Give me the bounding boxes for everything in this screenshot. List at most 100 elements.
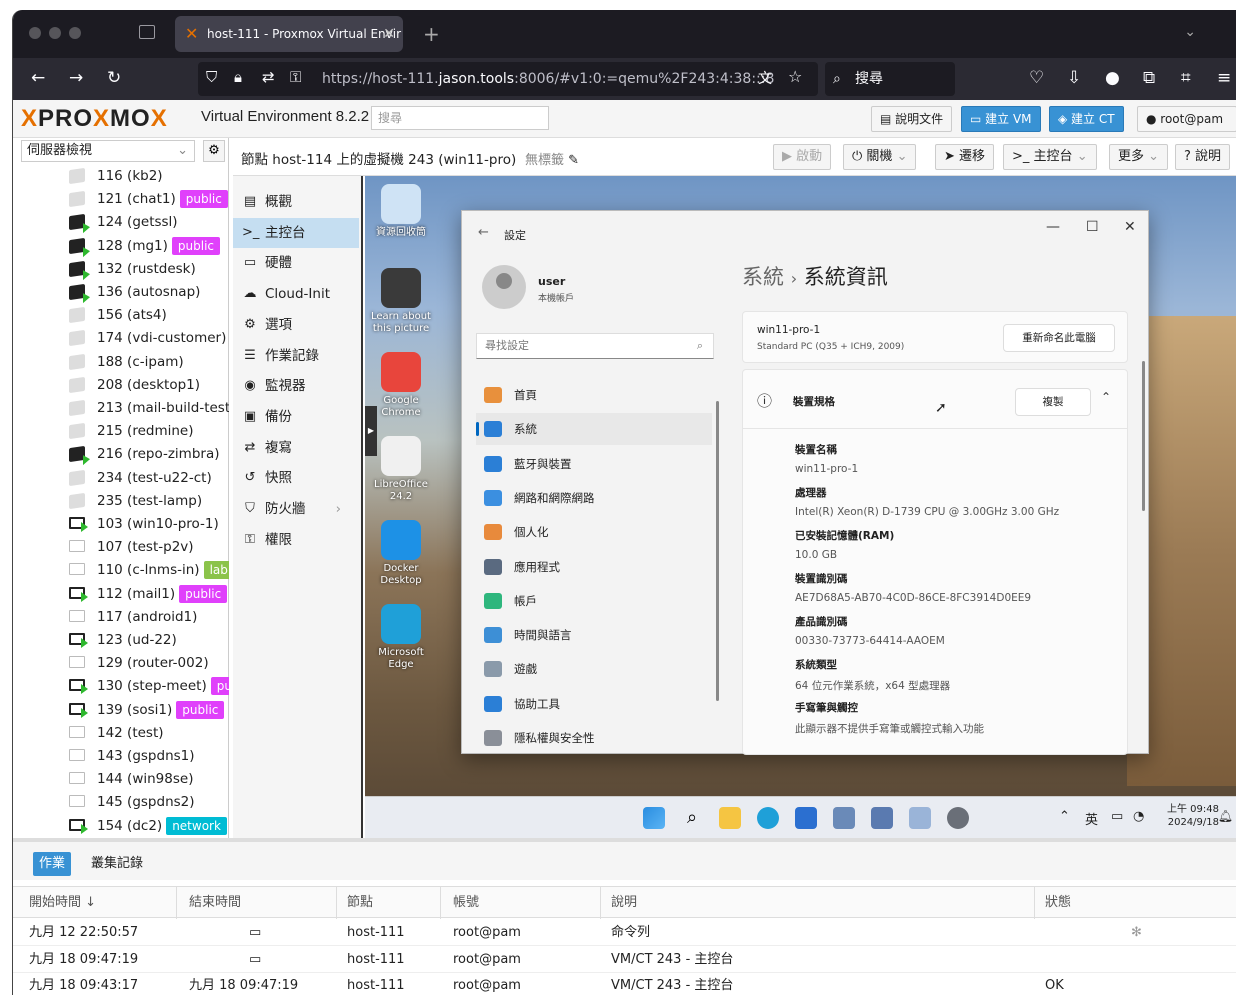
tree-item[interactable]: 188 (c-ipam) [21, 351, 229, 374]
menu-icon[interactable]: ≡ [1217, 68, 1231, 88]
migrate-button[interactable]: ➤ 遷移 [935, 144, 995, 170]
settings-app-icon[interactable] [947, 807, 969, 829]
global-search-input[interactable]: 搜尋 [371, 106, 549, 130]
translate-icon[interactable]: 文 [758, 68, 772, 88]
side-menu-item[interactable]: ☁ Cloud-Init [233, 279, 359, 309]
side-menu-item[interactable]: ☰ 作業記錄 [233, 341, 359, 371]
tree-item[interactable]: 123 (ud-22) [21, 629, 229, 652]
side-menu-item[interactable]: ⚿ 權限 [233, 525, 359, 555]
tree-item[interactable]: 116 (kb2) [21, 165, 229, 188]
tree-item[interactable]: 235 (test-lamp) [21, 490, 229, 513]
close-icon[interactable]: ✕ [1124, 219, 1136, 235]
chevron-right-icon[interactable]: › [336, 494, 341, 524]
settings-nav-item[interactable]: 時間與語言 [476, 619, 712, 651]
vm-console[interactable]: ▶ 資源回收筒 Learn about this picture Google Ch… [365, 176, 1236, 838]
tab-list-chevron-icon[interactable]: ⌄ [1184, 24, 1196, 40]
create-ct-button[interactable]: ◈ 建立 CT [1049, 106, 1124, 132]
tree-item[interactable]: 145 (gspdns2) [21, 791, 229, 814]
table-row[interactable]: 九月 18 09:47:19 host-111 root@pam VM/CT 243 … [13, 947, 1236, 973]
col-description[interactable]: 說明 [601, 887, 1035, 919]
settings-nav-item[interactable]: 隱私權與安全性 [476, 722, 712, 754]
nav-scrollbar[interactable] [716, 401, 719, 701]
more-button[interactable]: 更多 ⌄ [1109, 144, 1169, 170]
settings-nav-item[interactable]: 網路和網際網路 [476, 482, 712, 514]
tree-item[interactable]: 215 (redmine) [21, 420, 229, 443]
lock-icon[interactable]: 🔒︎ [234, 68, 242, 86]
back-icon[interactable]: ← [31, 68, 45, 88]
minimize-icon[interactable]: — [1046, 219, 1060, 235]
tree-item[interactable]: 107 (test-p2v) [21, 536, 229, 559]
tree-item[interactable]: 213 (mail-build-test) [21, 397, 229, 420]
settings-nav-item[interactable]: 帳戶 [476, 585, 712, 617]
col-end-time[interactable]: 結束時間 [179, 887, 337, 919]
tree-item[interactable]: 117 (android1) [21, 606, 229, 629]
copy-button[interactable]: 複製 [1015, 388, 1091, 416]
side-menu-item[interactable]: ⇄ 複寫 [233, 433, 359, 463]
notification-bell-icon[interactable]: 🔔︎ [1218, 809, 1233, 823]
new-tab-icon[interactable]: + [423, 22, 440, 46]
key-icon[interactable]: ⚿ [290, 68, 301, 86]
shutdown-button[interactable]: ⏻ 關機 ⌄ [843, 144, 917, 170]
settings-nav-item[interactable]: 協助工具 [476, 688, 712, 720]
forward-icon[interactable]: → [69, 68, 83, 88]
browser-search-box[interactable]: ⌕ 搜尋 [825, 62, 955, 96]
settings-nav-item[interactable]: 首頁 [476, 379, 712, 411]
tree-item[interactable]: 144 (win98se) [21, 768, 229, 791]
account-icon[interactable]: ● [1105, 68, 1120, 88]
help-button[interactable]: ? 說明 [1175, 144, 1231, 170]
browser-tab[interactable]: ✕ host-111 - Proxmox Virtual Envir ✕ [175, 16, 403, 52]
tree-item[interactable]: 143 (gspdns1) [21, 745, 229, 768]
content-scrollbar[interactable] [1142, 361, 1145, 511]
url-bar[interactable]: ⛉ 🔒︎ ⇄ ⚿ https://host-111.jason.tools:80… [198, 62, 818, 96]
start-icon[interactable] [643, 807, 665, 829]
tab-tasks[interactable]: 作業 [33, 852, 72, 876]
side-menu-item[interactable]: ⚙ 選項 [233, 310, 359, 340]
photos-icon[interactable] [909, 807, 931, 829]
tree-item[interactable]: 112 (mail1) public [21, 583, 229, 606]
side-menu-item[interactable]: ⛉ 防火牆 › [233, 494, 359, 524]
tab-cluster-log[interactable]: 叢集記錄 [85, 852, 149, 876]
tree-item[interactable]: 121 (chat1) public [21, 188, 229, 211]
tags-editor[interactable]: 無標籤 ✎ [525, 149, 579, 168]
settings-nav-item[interactable]: 藍牙與裝置 [476, 448, 712, 480]
edge-icon[interactable] [757, 807, 779, 829]
maximize-window-icon[interactable] [69, 27, 81, 39]
tree-item[interactable]: 132 (rustdesk) [21, 258, 229, 281]
side-menu-item[interactable]: >_ 主控台 [233, 217, 359, 248]
side-menu-item[interactable]: ▣ 備份 [233, 402, 359, 432]
ime-language[interactable]: 英 [1085, 809, 1098, 828]
volume-icon[interactable]: ◔ [1133, 809, 1144, 824]
desktop-icon[interactable]: LibreOffice 24.2 [371, 436, 431, 503]
crop-icon[interactable]: ⌗ [1181, 68, 1191, 88]
tray-chevron-icon[interactable]: ⌃ [1059, 809, 1070, 824]
permissions-icon[interactable]: ⇄ [262, 68, 275, 86]
tree-item[interactable]: 156 (ats4) [21, 304, 229, 327]
pocket-icon[interactable]: ♡ [1029, 68, 1044, 88]
find-setting-input[interactable]: 尋找設定 ⌕ [476, 333, 714, 359]
create-vm-button[interactable]: ▭ 建立 VM [961, 106, 1041, 132]
tree-item[interactable]: 136 (autosnap) [21, 281, 229, 304]
minimize-window-icon[interactable] [49, 27, 61, 39]
maximize-icon[interactable]: ☐ [1086, 219, 1099, 235]
shield-icon[interactable]: ⛉ [206, 68, 217, 86]
console-button[interactable]: >_ 主控台 ⌄ [1003, 144, 1097, 170]
network-icon[interactable]: ▭ [1111, 809, 1123, 824]
reload-icon[interactable]: ↻ [107, 68, 121, 88]
col-user[interactable]: 帳號 [443, 887, 601, 919]
settings-nav-item[interactable]: 個人化 [476, 516, 712, 548]
downloads-icon[interactable]: ⇩ [1067, 68, 1081, 88]
view-selector[interactable]: 伺服器檢視 ⌄ [21, 140, 195, 162]
back-arrow-icon[interactable]: ← [478, 225, 489, 240]
bookmark-star-icon[interactable]: ☆ [788, 67, 802, 86]
app-icon[interactable] [833, 807, 855, 829]
rename-pc-button[interactable]: 重新命名此電腦 [1003, 324, 1115, 352]
taskbar-clock[interactable]: 上午 09:48 2024/9/18 [1167, 803, 1219, 829]
desktop-icon[interactable]: 資源回收筒 [371, 184, 431, 239]
close-window-icon[interactable] [29, 27, 41, 39]
start-button[interactable]: ▶ 啟動 [773, 144, 832, 170]
table-row[interactable]: 九月 18 09:43:17 九月 18 09:47:19 host-111 root… [13, 973, 1236, 995]
search-icon[interactable]: ⌕ [681, 807, 703, 829]
tree-item[interactable]: 129 (router-002) [21, 652, 229, 675]
desktop-icon[interactable]: Google Chrome [371, 352, 431, 419]
desktop-icon[interactable]: Learn about this picture [371, 268, 431, 335]
